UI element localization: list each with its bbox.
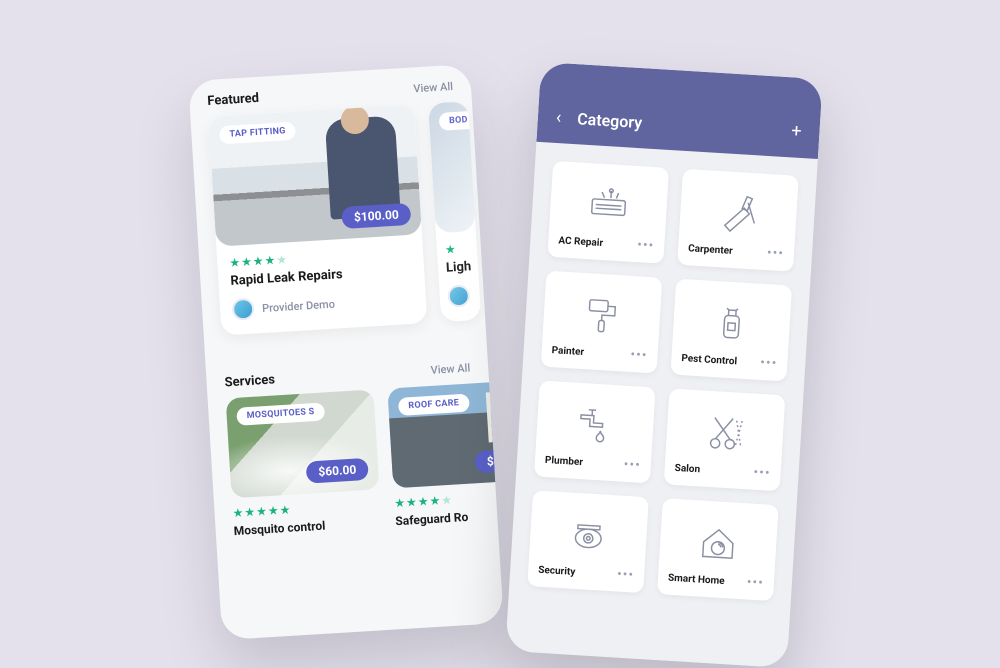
- category-label: Painter: [551, 345, 584, 358]
- appbar: ‹ Category +: [536, 62, 822, 159]
- category-card-smart-home[interactable]: Smart Home •••: [657, 498, 779, 601]
- featured-image: TAP FITTING $100.00: [208, 104, 422, 246]
- category-card-carpenter[interactable]: Carpenter •••: [677, 169, 799, 272]
- service-image: ROOF CARE $50.0: [387, 380, 504, 489]
- category-card-plumber[interactable]: Plumber •••: [534, 380, 656, 483]
- rating-stars: ★: [445, 241, 478, 257]
- carpenter-icon: [689, 179, 789, 247]
- more-icon[interactable]: •••: [630, 348, 648, 363]
- provider-row[interactable]: Provider Demo: [232, 288, 415, 321]
- more-icon[interactable]: •••: [760, 356, 778, 371]
- category-label: AC Repair: [558, 235, 603, 249]
- featured-card[interactable]: BOD ★ Ligh: [428, 101, 481, 322]
- smart-home-icon: [668, 509, 768, 577]
- services-title: Services: [224, 372, 275, 390]
- category-label: Salon: [674, 462, 700, 475]
- provider-avatar: [232, 298, 255, 321]
- pest-control-icon: [682, 289, 782, 357]
- service-image: MOSQUITOES S $60.00: [226, 389, 380, 498]
- provider-row[interactable]: [447, 284, 480, 308]
- category-card-salon[interactable]: Salon •••: [664, 388, 786, 491]
- featured-carousel[interactable]: TAP FITTING $100.00 ★★★★★ Rapid Leak Rep…: [190, 101, 486, 355]
- category-chip: ROOF CARE: [398, 394, 470, 416]
- category-label: Pest Control: [681, 353, 737, 367]
- more-icon[interactable]: •••: [766, 246, 784, 261]
- price-pill: $60.00: [306, 458, 369, 484]
- more-icon[interactable]: •••: [617, 568, 635, 583]
- featured-card[interactable]: TAP FITTING $100.00 ★★★★★ Rapid Leak Rep…: [208, 104, 427, 335]
- category-label: Security: [538, 564, 576, 577]
- featured-card-body: ★ Ligh: [436, 231, 481, 322]
- category-label: Plumber: [545, 454, 584, 467]
- security-icon: [539, 501, 639, 569]
- price-pill: $50.0: [474, 448, 504, 473]
- category-card-ac-repair[interactable]: AC Repair •••: [547, 161, 669, 264]
- service-card[interactable]: MOSQUITOES S $60.00 ★★★★★ Mosquito contr…: [226, 389, 382, 538]
- more-icon[interactable]: •••: [746, 575, 764, 590]
- category-card-security[interactable]: Security •••: [527, 490, 649, 593]
- category-chip: TAP FITTING: [219, 122, 296, 145]
- featured-card-title: Ligh: [446, 259, 479, 276]
- back-icon[interactable]: ‹: [555, 109, 561, 127]
- services-view-all[interactable]: View All: [430, 361, 470, 376]
- provider-name: Provider Demo: [262, 297, 335, 314]
- more-icon[interactable]: •••: [753, 466, 771, 481]
- rating-stars: ★★★★★: [394, 487, 504, 510]
- more-icon[interactable]: •••: [637, 238, 655, 253]
- category-label: Smart Home: [668, 572, 725, 586]
- plumber-icon: [545, 391, 645, 459]
- salon-icon: [675, 399, 775, 467]
- category-grid: AC Repair ••• Carpenter ••• Painter ••• Pes…: [508, 142, 818, 620]
- category-card-pest-control[interactable]: Pest Control •••: [670, 279, 792, 382]
- more-icon[interactable]: •••: [623, 458, 641, 473]
- category-label: Carpenter: [688, 243, 733, 257]
- category-card-painter[interactable]: Painter •••: [541, 271, 663, 374]
- phone-category-mock: ‹ Category + AC Repair ••• Carpenter ••• P…: [505, 62, 822, 668]
- price-pill: $100.00: [341, 203, 411, 229]
- featured-view-all[interactable]: View All: [413, 80, 453, 95]
- provider-avatar: [447, 284, 470, 307]
- add-icon[interactable]: +: [791, 120, 802, 142]
- service-card[interactable]: ROOF CARE $50.0 ★★★★★ Safeguard Ro: [387, 380, 504, 529]
- painter-icon: [552, 281, 652, 349]
- featured-title: Featured: [207, 91, 259, 109]
- phone-services-mock: Featured View All TAP FITTING $100.00 ★★…: [188, 64, 504, 640]
- ac-repair-icon: [559, 171, 659, 239]
- featured-card-body: ★★★★★ Rapid Leak Repairs Provider Demo: [216, 234, 427, 335]
- services-carousel[interactable]: MOSQUITOES S $60.00 ★★★★★ Mosquito contr…: [208, 382, 499, 557]
- featured-image: BOD: [428, 101, 476, 233]
- appbar-title: Category: [577, 109, 802, 142]
- category-chip: MOSQUITOES S: [236, 402, 325, 425]
- category-chip: BOD: [439, 111, 476, 131]
